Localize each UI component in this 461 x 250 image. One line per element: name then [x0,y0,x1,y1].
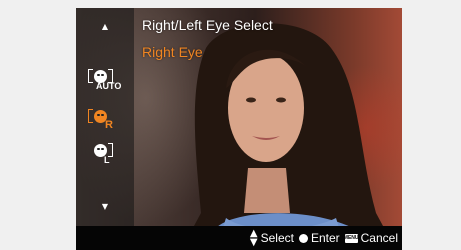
menu-title: Right/Left Eye Select [142,17,273,33]
option-auto-eye[interactable]: AUTO [86,68,130,98]
enter-button-icon [298,233,308,243]
operation-guide-bar: ▲ ▼ Select Enter MENU Cancel [76,226,402,250]
bracket-left-icon [88,109,93,123]
up-down-icon: ▲ ▼ [249,228,258,248]
option-right-label: R [105,119,113,131]
select-label[interactable]: Select [261,231,294,245]
bracket-left-icon [88,69,93,83]
scroll-down-icon[interactable]: ▼ [100,202,110,212]
cancel-label[interactable]: Cancel [361,231,398,245]
page: ▲ AUTO R L ▼ Right/Left Eye Select Right… [0,0,461,250]
camera-screen: ▲ AUTO R L ▼ Right/Left Eye Select Right… [76,8,402,250]
enter-label[interactable]: Enter [311,231,340,245]
operation-guide: ▲ ▼ Select Enter MENU Cancel [249,228,398,248]
option-left-label: L [104,155,110,165]
selected-value: Right Eye [142,44,203,60]
menu-key-icon: MENU [343,233,359,243]
eye-select-menu-strip: ▲ AUTO R L ▼ [76,8,134,226]
option-left-eye[interactable]: L [86,142,130,172]
option-auto-label: AUTO [96,81,122,91]
option-right-eye[interactable]: R [86,108,130,138]
scroll-up-icon[interactable]: ▲ [100,22,110,32]
